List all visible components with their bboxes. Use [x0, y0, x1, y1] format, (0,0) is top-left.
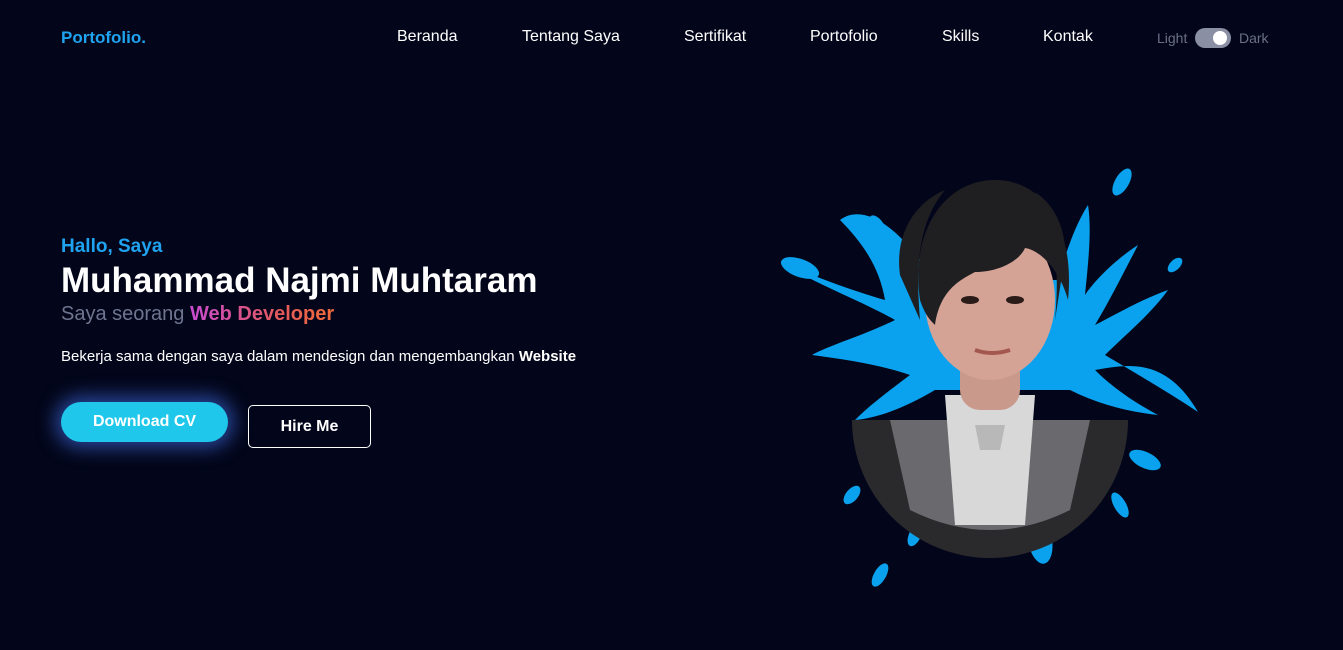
photo-eye-right	[1006, 296, 1024, 304]
photo-collar	[975, 425, 1005, 450]
hero-role: Web Developer	[189, 303, 335, 325]
nav-link-portofolio[interactable]: Portofolio	[810, 28, 878, 46]
nav-link-kontak[interactable]: Kontak	[1043, 28, 1093, 46]
toggle-knob	[1213, 31, 1227, 45]
theme-light-label: Light	[1157, 30, 1188, 46]
tagline-prefix: Saya seorang	[61, 303, 185, 325]
description-bold: Website	[518, 348, 577, 365]
nav-link-tentang-saya[interactable]: Tentang Saya	[522, 28, 620, 46]
hero-name: Muhammad Najmi Muhtaram	[61, 261, 538, 300]
paint-splash-illustration	[780, 168, 1198, 587]
hero-photo-area	[770, 150, 1210, 600]
hero-description: Bekerja sama dengan saya dalam mendesign…	[61, 348, 576, 365]
nav-link-beranda[interactable]: Beranda	[397, 28, 458, 46]
theme-dark-label: Dark	[1239, 30, 1269, 46]
hero-text: Hallo, Saya Muhammad Najmi Muhtaram Saya…	[61, 236, 576, 365]
nav-link-sertifikat[interactable]: Sertifikat	[684, 28, 746, 46]
theme-toggle-switch[interactable]	[1195, 28, 1231, 48]
hero-greeting: Hallo, Saya	[61, 236, 163, 257]
hero-tagline: Saya seorang Web Developer	[61, 301, 576, 327]
description-text: Bekerja sama dengan saya dalam mendesign…	[61, 348, 515, 365]
brand-logo[interactable]: Portofolio.	[61, 28, 146, 48]
download-cv-button[interactable]: Download CV	[61, 402, 228, 442]
navbar: Portofolio. Beranda Tentang Saya Sertifi…	[0, 0, 1343, 76]
photo-shirt	[945, 395, 1035, 525]
nav-link-skills[interactable]: Skills	[942, 28, 979, 46]
photo-eye-left	[961, 296, 979, 304]
hire-me-button[interactable]: Hire Me	[248, 405, 371, 448]
